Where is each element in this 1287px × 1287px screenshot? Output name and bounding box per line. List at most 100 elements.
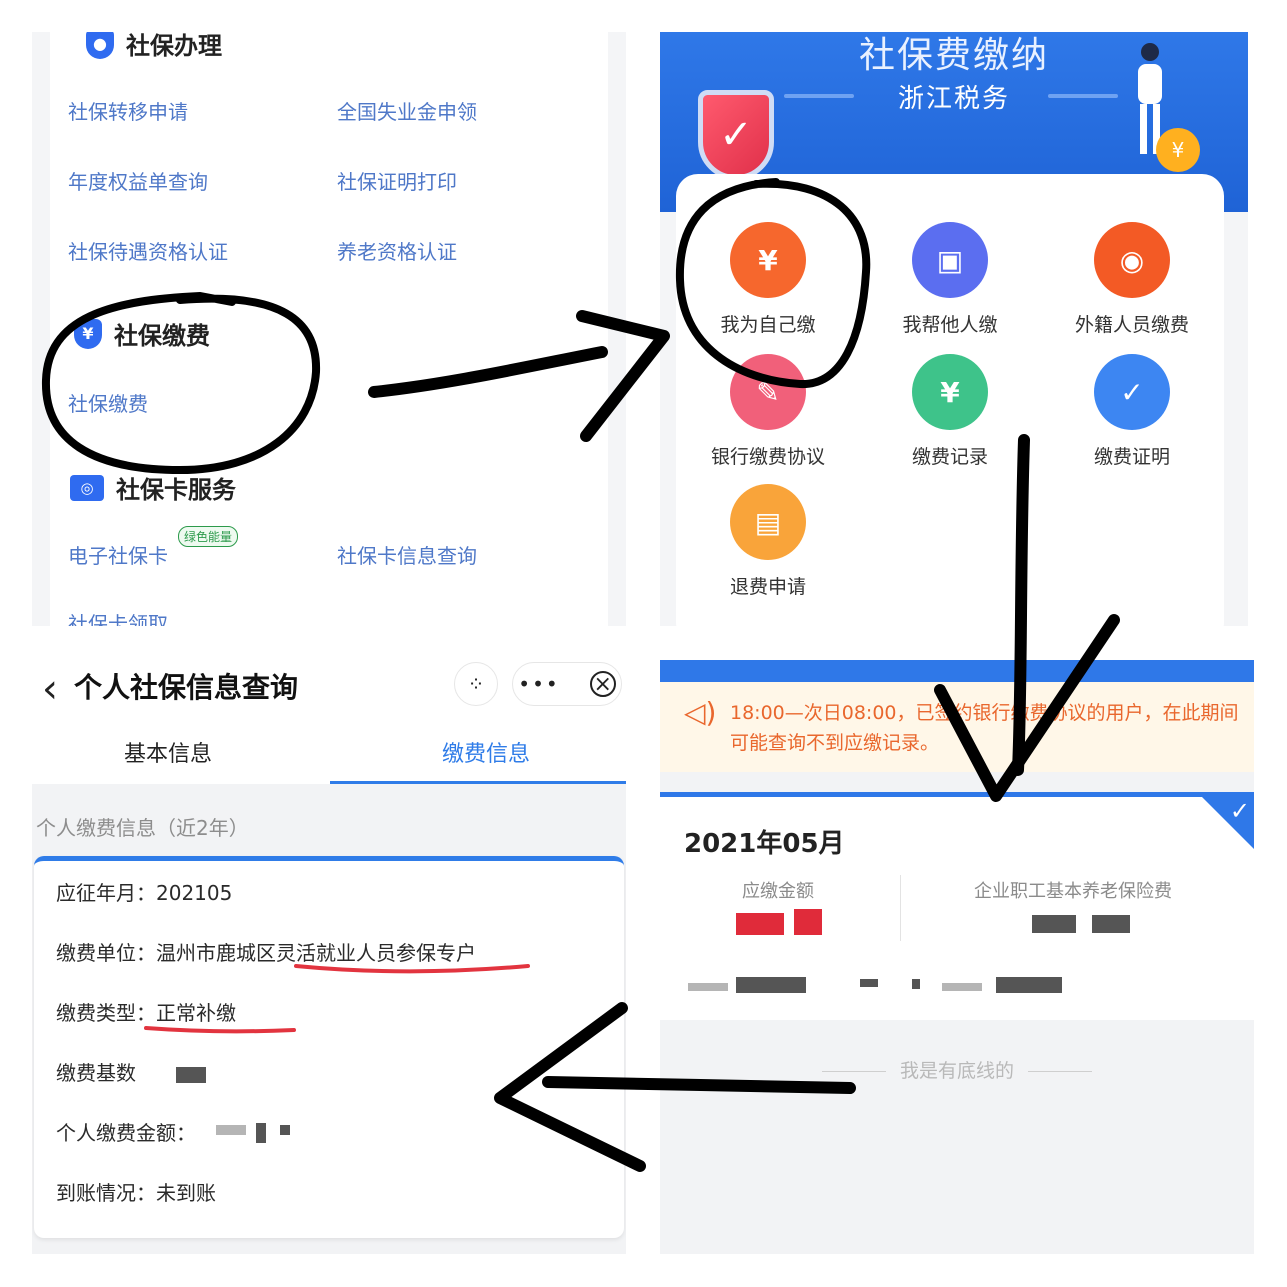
item-payment-records[interactable]: ¥ 缴费记录	[860, 354, 1040, 469]
back-arrow-icon[interactable]: ‹	[42, 666, 58, 712]
redacted-value	[736, 913, 784, 935]
active-tab-indicator	[330, 781, 626, 784]
redacted-value	[912, 979, 920, 989]
more-icon[interactable]: •••	[518, 672, 559, 696]
section-title: 社保办理	[126, 32, 222, 60]
row-payer-unit: 缴费单位：温州市鹿城区灵活就业人员参保专户	[56, 937, 476, 966]
link-card-info-query[interactable]: 社保卡信息查询	[337, 540, 477, 569]
redacted-value	[176, 1067, 206, 1083]
redacted-value	[280, 1125, 290, 1135]
link-card-pickup[interactable]: 社保卡领取	[68, 608, 168, 626]
item-bank-agreement[interactable]: ✎ 银行缴费协议	[678, 354, 858, 469]
redacted-value	[1032, 915, 1076, 933]
row-label: 缴费单位：	[56, 941, 156, 965]
green-energy-badge: 绿色能量	[178, 526, 239, 547]
item-refund-application[interactable]: ▤ 退费申请	[678, 484, 858, 599]
section-handling-header: ● 社保办理	[86, 32, 222, 61]
row-payment-type: 缴费类型：正常补缴	[56, 997, 236, 1026]
row-arrival-status: 到账情况：未到账	[56, 1177, 216, 1206]
row-label: 个人缴费金额：	[56, 1121, 196, 1145]
item-label: 我帮他人缴	[902, 314, 998, 336]
item-label: 我为自己缴	[720, 314, 816, 336]
item-label: 外籍人员缴费	[1074, 314, 1189, 336]
payment-record-panel: ◁) 18:00—次日08:00，已签约银行缴费协议的用户，在此期间可能查询不到…	[660, 660, 1254, 1254]
certificate-icon: ✓	[1094, 354, 1170, 430]
item-pay-for-others[interactable]: ▣ 我帮他人缴	[860, 222, 1040, 337]
tab-payment-info[interactable]: 缴费信息	[442, 736, 530, 768]
row-value: 202105	[156, 881, 233, 905]
payment-detail-card: 应征年月：202105 缴费单位：温州市鹿城区灵活就业人员参保专户 缴费类型：正…	[34, 856, 624, 1238]
miniprogram-capsule: ••• ×	[512, 662, 622, 706]
notice-text: 18:00—次日08:00，已签约银行缴费协议的用户，在此期间可能查询不到应缴记…	[730, 702, 1239, 754]
row-label: 到账情况：	[56, 1181, 156, 1205]
section-payment-header: ¥ 社保缴费	[74, 316, 210, 351]
column-divider	[900, 875, 901, 941]
section-caption: 个人缴费信息（近2年）	[36, 816, 249, 840]
speaker-icon: ◁)	[684, 696, 717, 729]
passport-icon: ◉	[1094, 222, 1170, 298]
grid-dots-icon[interactable]: ⁘	[454, 662, 498, 706]
redacted-value	[794, 909, 822, 935]
close-icon[interactable]: ×	[589, 671, 616, 697]
redacted-value	[736, 977, 806, 993]
tab-basic-info[interactable]: 基本信息	[124, 736, 212, 768]
row-value: 温州市鹿城区灵活就业人员参保专户	[156, 941, 476, 965]
redacted-value	[860, 979, 878, 987]
row-value: 未到账	[156, 1181, 216, 1205]
item-label: 银行缴费协议	[710, 446, 825, 468]
item-pay-for-self[interactable]: ¥ 我为自己缴	[678, 222, 858, 337]
check-icon: ✓	[1229, 797, 1250, 825]
pension-insurance-label: 企业职工基本养老保险费	[974, 881, 1172, 902]
row-value: 正常补缴	[156, 1001, 236, 1025]
item-label: 缴费证明	[1093, 446, 1170, 468]
item-foreigner-payment[interactable]: ◉ 外籍人员缴费	[1042, 222, 1222, 337]
link-certificate-print[interactable]: 社保证明打印	[337, 166, 457, 195]
item-label: 缴费记录	[911, 446, 988, 468]
link-transfer-application[interactable]: 社保转移申请	[68, 96, 188, 125]
check-shield-icon: ✓	[698, 90, 774, 180]
redacted-value	[216, 1125, 246, 1135]
item-payment-certificate[interactable]: ✓ 缴费证明	[1042, 354, 1222, 469]
contract-icon: ✎	[730, 354, 806, 430]
item-label: 退费申请	[729, 576, 806, 598]
yuan-shield-icon: ¥	[74, 318, 102, 349]
notice-bar: ◁) 18:00—次日08:00，已签约银行缴费协议的用户，在此期间可能查询不到…	[660, 682, 1254, 772]
user-shield-icon: ●	[86, 32, 114, 59]
redacted-value	[688, 983, 728, 991]
record-icon: ¥	[912, 354, 988, 430]
row-label: 应征年月：	[56, 881, 156, 905]
end-of-list-text: 我是有底线的	[899, 1060, 1014, 1082]
link-annual-statement[interactable]: 年度权益单查询	[68, 166, 208, 195]
personal-info-query-panel: ‹ 个人社保信息查询 ⁘ ••• × 基本信息 缴费信息 个人缴费信息（近2年）…	[32, 660, 626, 1254]
wallet-icon: ▣	[912, 222, 988, 298]
record-month: 2021年05月	[684, 829, 845, 859]
link-pension-qualification[interactable]: 养老资格认证	[337, 236, 457, 265]
row-personal-amount: 个人缴费金额：	[56, 1117, 196, 1146]
section-title: 社保缴费	[114, 322, 210, 350]
services-card: ● 社保办理 社保转移申请 全国失业金申领 年度权益单查询 社保证明打印 社保待…	[50, 32, 608, 626]
payment-options-panel: 社保费缴纳 浙江税务 ✓ ¥ ¥ 我为自己缴 ▣ 我帮他人缴 ◉ 外籍人员缴费 …	[660, 32, 1248, 626]
hand-coin-icon: ¥	[730, 222, 806, 298]
row-label: 缴费基数	[56, 1061, 136, 1085]
end-of-list-divider: 我是有底线的	[660, 1056, 1254, 1083]
social-security-services-panel: ● 社保办理 社保转移申请 全国失业金申领 年度权益单查询 社保证明打印 社保待…	[32, 32, 626, 626]
row-label: 缴费类型：	[56, 1001, 156, 1025]
redacted-value	[942, 983, 982, 991]
redacted-value	[996, 977, 1062, 993]
link-electronic-card[interactable]: 电子社保卡	[68, 540, 168, 569]
refund-card-icon: ▤	[730, 484, 806, 560]
redacted-value	[256, 1123, 266, 1143]
section-title: 社保卡服务	[116, 476, 236, 504]
row-levy-month: 应征年月：202105	[56, 877, 232, 906]
card-icon: ◎	[70, 474, 104, 501]
top-strip	[660, 660, 1254, 682]
due-amount-label: 应缴金额	[742, 881, 814, 902]
link-benefit-qualification[interactable]: 社保待遇资格认证	[68, 236, 228, 265]
redacted-value	[1092, 915, 1130, 933]
row-payment-base: 缴费基数	[56, 1057, 136, 1086]
page-title: 个人社保信息查询	[74, 671, 299, 704]
link-social-security-payment[interactable]: 社保缴费	[68, 388, 148, 417]
coin-icon: ¥	[1156, 128, 1200, 172]
record-card[interactable]: ✓ 2021年05月 应缴金额 企业职工基本养老保险费	[660, 792, 1254, 1020]
link-unemployment-benefit[interactable]: 全国失业金申领	[337, 96, 477, 125]
